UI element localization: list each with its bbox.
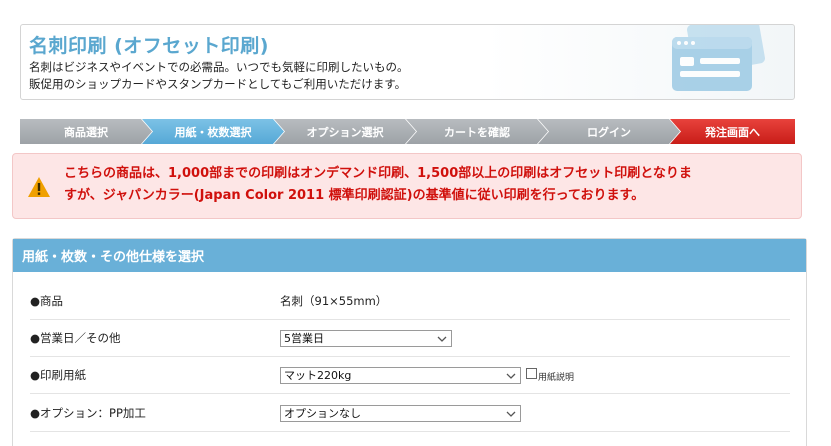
- step-login: ログイン: [538, 119, 680, 144]
- paper-select[interactable]: マット220kg: [280, 366, 521, 384]
- row-label-business-days: ●営業日／その他: [30, 331, 121, 345]
- paper-selected: マット220kg: [284, 369, 352, 382]
- notice-text: こちらの商品は、1,000部までの印刷はオンデマンド印刷、1,500部以上の印刷…: [64, 163, 794, 207]
- spec-row-business-days: ●営業日／その他 5営業日: [30, 320, 790, 357]
- warning-icon: [28, 177, 50, 197]
- business-days-selected: 5営業日: [284, 332, 324, 345]
- chevron-down-icon: [506, 373, 516, 379]
- pp-option-selected: オプションなし: [284, 407, 361, 420]
- step-cart: カートを確認: [406, 119, 548, 144]
- row-label-paper: ●印刷用紙: [30, 368, 87, 382]
- paper-description-checkbox[interactable]: [526, 367, 537, 379]
- step-product-select: 商品選択: [20, 119, 152, 144]
- product-value: 名刺（91×55mm）: [280, 294, 388, 308]
- chevron-down-icon: [506, 411, 516, 417]
- panel-title: 用紙・枚数・その他仕様を選択: [13, 239, 806, 272]
- print-method-notice: こちらの商品は、1,000部までの印刷はオンデマンド印刷、1,500部以上の印刷…: [12, 153, 802, 219]
- paper-cell: マット220kg 用紙説明: [280, 357, 574, 393]
- notice-line-1: こちらの商品は、1,000部までの印刷はオンデマンド印刷、1,500部以上の印刷…: [64, 166, 692, 181]
- product-header: 名刺印刷 (オフセット印刷) 名刺はビジネスやイベントでの必需品。いつでも気軽に…: [20, 24, 795, 100]
- business-days-select[interactable]: 5営業日: [280, 329, 452, 347]
- spec-row-product: ●商品 名刺（91×55mm）: [30, 283, 790, 320]
- row-label-pp-option: ●オプション：PP加工: [30, 406, 146, 420]
- chevron-down-icon: [437, 336, 447, 342]
- spec-row-paper: ●印刷用紙 マット220kg 用紙説明: [30, 357, 790, 394]
- notice-line-2: すが、ジャパンカラー(Japan Color 2011 標準印刷認証)の基準値に…: [64, 188, 645, 203]
- product-description: 名刺はビジネスやイベントでの必需品。いつでも気軽に印刷したいもの。 販促用のショ…: [29, 59, 409, 93]
- spec-row-pp-option: ●オプション：PP加工 オプションなし: [30, 395, 790, 432]
- step-paper-quantity: 用紙・枚数選択: [142, 119, 284, 144]
- business-days-cell: 5営業日: [280, 320, 452, 356]
- paper-description-label[interactable]: 用紙説明: [538, 370, 574, 383]
- description-line-2: 販促用のショップカードやスタンプカードとしてもご利用いただけます。: [29, 77, 407, 91]
- page-title: 名刺印刷 (オフセット印刷): [29, 35, 269, 57]
- business-card-illustration-icon: [672, 25, 766, 91]
- pp-option-cell: オプションなし: [280, 395, 521, 431]
- pp-option-select[interactable]: オプションなし: [280, 404, 521, 422]
- spec-selection-panel: 用紙・枚数・その他仕様を選択 ●商品 名刺（91×55mm） ●営業日／その他 …: [12, 238, 807, 446]
- description-line-1: 名刺はビジネスやイベントでの必需品。いつでも気軽に印刷したいもの。: [29, 60, 409, 74]
- row-label-product: ●商品: [30, 294, 64, 308]
- step-options: オプション選択: [274, 119, 416, 144]
- order-steps: 商品選択 用紙・枚数選択 オプション選択 カートを確認 ログイン 発注画面へ: [20, 119, 795, 144]
- step-order[interactable]: 発注画面へ: [670, 119, 795, 144]
